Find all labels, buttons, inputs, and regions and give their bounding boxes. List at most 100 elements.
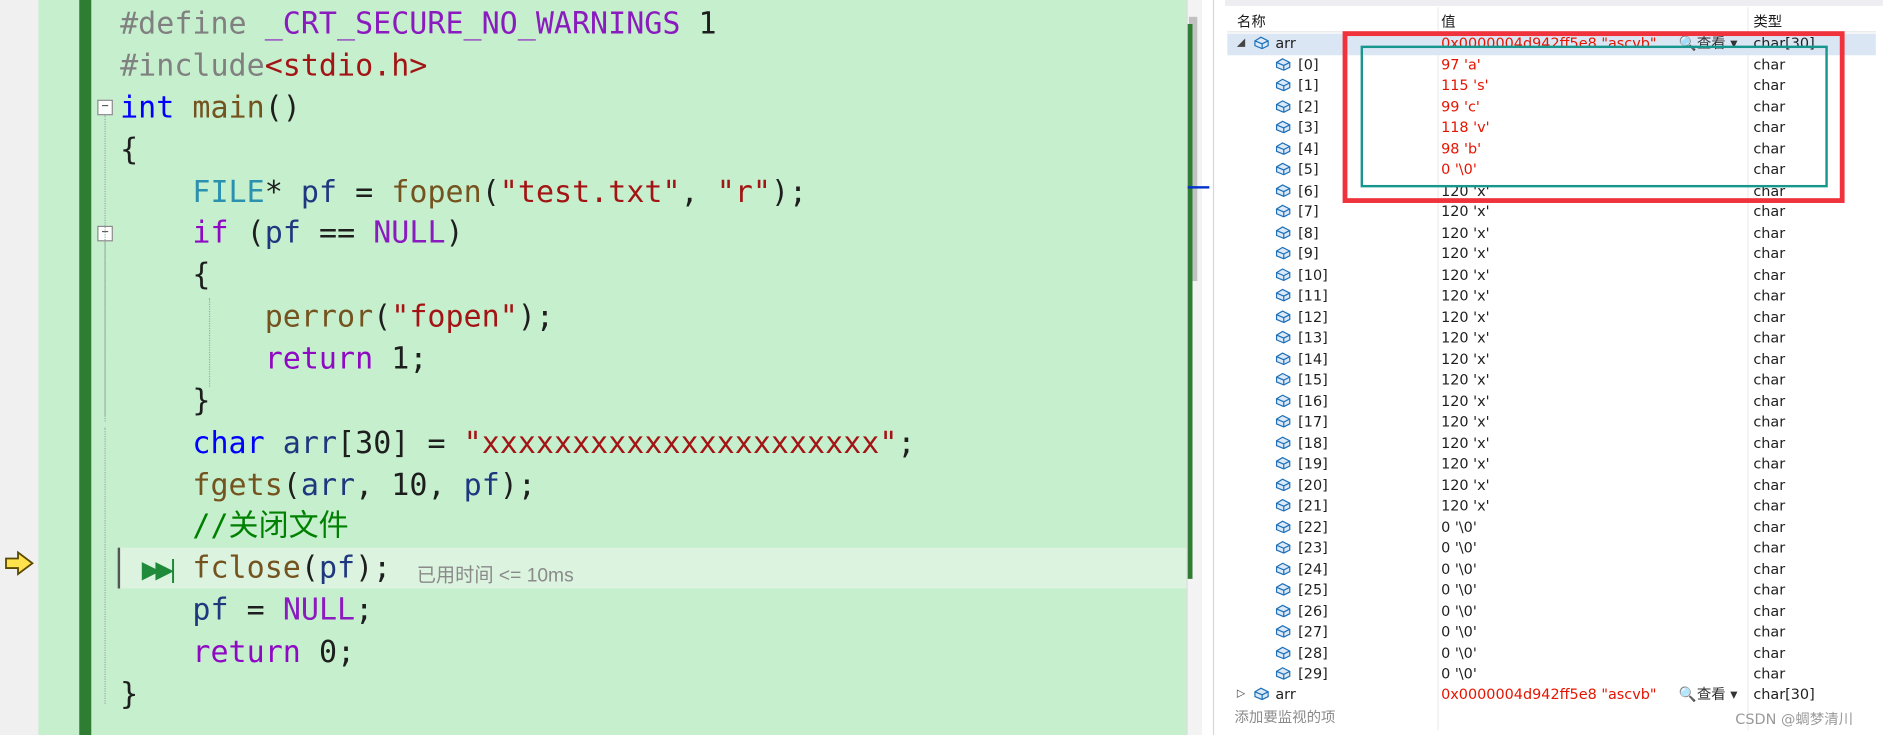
watch-element-row[interactable]: [15] 120 'x' char bbox=[1227, 370, 1875, 391]
watch-type: char[30] bbox=[1753, 685, 1815, 703]
watch-element-row[interactable]: [12] 120 'x' char bbox=[1227, 307, 1875, 328]
watch-value[interactable]: 120 'x' bbox=[1441, 454, 1490, 475]
watermark: CSDN @蜩梦清川 bbox=[1735, 710, 1854, 728]
watch-type: char bbox=[1753, 266, 1786, 283]
code-line-13[interactable]: //关闭文件 bbox=[120, 504, 348, 546]
watch-element-row[interactable]: [11] 120 'x' char bbox=[1227, 286, 1875, 307]
watch-element-row[interactable]: [26] 0 '\0' char bbox=[1227, 601, 1875, 622]
teal-annotation-box bbox=[1360, 45, 1828, 188]
code-line-9[interactable]: return 1; bbox=[120, 337, 428, 379]
token: "test.txt" bbox=[499, 174, 681, 209]
watch-value[interactable]: 120 'x' bbox=[1441, 286, 1490, 307]
token: 0 bbox=[318, 634, 338, 669]
token: fclose bbox=[192, 550, 301, 585]
watch-element-row[interactable]: [23] 0 '\0' char bbox=[1227, 538, 1875, 559]
code-line-17[interactable]: } bbox=[120, 673, 138, 715]
variable-icon bbox=[1275, 604, 1291, 617]
code-line-12[interactable]: fgets(arr, 10, pf); bbox=[120, 464, 536, 506]
token: pf bbox=[192, 592, 229, 627]
watch-row-arr-collapsed[interactable]: ▷ arr 0x0000004d942ff5e8 "ascvb" 🔍查看 ▾ c… bbox=[1227, 685, 1875, 706]
watch-element-row[interactable]: [8] 120 'x' char bbox=[1227, 223, 1875, 244]
watch-type: char bbox=[1753, 665, 1786, 683]
watch-element-row[interactable]: [22] 0 '\0' char bbox=[1227, 517, 1875, 538]
token: pf bbox=[318, 550, 356, 585]
watch-element-row[interactable]: [29] 0 '\0' char bbox=[1227, 664, 1875, 685]
token: ( bbox=[300, 550, 319, 585]
token: 10 bbox=[391, 467, 428, 503]
token: fgets bbox=[192, 467, 283, 503]
watch-value[interactable]: 120 'x' bbox=[1441, 328, 1490, 349]
watch-element-row[interactable]: [25] 0 '\0' char bbox=[1227, 580, 1875, 601]
watch-value[interactable]: 120 'x' bbox=[1441, 349, 1490, 370]
watch-element-row[interactable]: [7] 120 'x' char bbox=[1227, 202, 1875, 223]
watch-value[interactable]: 120 'x' bbox=[1441, 265, 1490, 286]
code-line-15[interactable]: pf = NULL; bbox=[120, 588, 373, 630]
column-header-type[interactable]: 类型 bbox=[1753, 11, 1782, 31]
view-label: 查看 bbox=[1696, 685, 1726, 703]
watch-value[interactable]: 120 'x' bbox=[1441, 496, 1490, 517]
watch-value[interactable]: 120 'x' bbox=[1441, 370, 1490, 391]
code-line-11[interactable]: char arr[30] = "xxxxxxxxxxxxxxxxxxxxxx"; bbox=[120, 422, 915, 464]
watch-element-row[interactable]: [27] 0 '\0' char bbox=[1227, 622, 1875, 643]
watch-element-row[interactable]: [24] 0 '\0' char bbox=[1227, 559, 1875, 580]
watch-type: char bbox=[1753, 539, 1786, 557]
watch-element-row[interactable]: [28] 0 '\0' char bbox=[1227, 643, 1875, 664]
watch-name: [28] bbox=[1298, 644, 1328, 662]
watch-value[interactable]: 0 '\0' bbox=[1441, 601, 1477, 622]
code-line-2[interactable]: #include<stdio.h> bbox=[120, 44, 427, 86]
watch-value[interactable]: 0 '\0' bbox=[1441, 643, 1477, 664]
watch-value[interactable]: 0 '\0' bbox=[1441, 538, 1477, 559]
code-line-4[interactable]: { bbox=[120, 129, 138, 171]
watch-value[interactable]: 0 '\0' bbox=[1441, 517, 1477, 538]
column-header-name[interactable]: 名称 bbox=[1237, 11, 1266, 31]
glyph-margin[interactable] bbox=[0, 0, 40, 735]
watch-element-row[interactable]: [18] 120 'x' char bbox=[1227, 433, 1875, 454]
watch-value[interactable]: 120 'x' bbox=[1441, 475, 1490, 496]
watch-name: arr bbox=[1275, 34, 1296, 52]
watch-value[interactable]: 0 '\0' bbox=[1441, 559, 1477, 580]
variable-icon bbox=[1275, 183, 1291, 197]
code-line-16[interactable]: return 0; bbox=[120, 631, 355, 673]
watch-element-row[interactable]: [16] 120 'x' char bbox=[1227, 391, 1875, 412]
watch-element-row[interactable]: [9] 120 'x' char bbox=[1227, 244, 1875, 265]
watch-element-row[interactable]: [20] 120 'x' char bbox=[1227, 475, 1875, 496]
watch-name: [26] bbox=[1298, 602, 1328, 620]
code-line-8[interactable]: perror("fopen"); bbox=[120, 295, 554, 337]
watch-value[interactable]: 120 'x' bbox=[1441, 412, 1490, 433]
code-line-10[interactable]: } bbox=[120, 380, 210, 422]
code-line-5[interactable]: FILE* pf = fopen("test.txt", "r"); bbox=[120, 171, 807, 213]
code-line-6[interactable]: if (pf == NULL) bbox=[120, 211, 463, 253]
code-line-3[interactable]: int main() bbox=[120, 86, 301, 128]
column-header-value[interactable]: 值 bbox=[1441, 11, 1455, 31]
variable-icon bbox=[1275, 393, 1291, 407]
watch-element-row[interactable]: [14] 120 'x' char bbox=[1227, 349, 1875, 370]
watch-value[interactable]: 120 'x' bbox=[1441, 223, 1490, 244]
add-watch-item[interactable]: 添加要监视的项 bbox=[1235, 706, 1336, 726]
watch-value[interactable]: 120 'x' bbox=[1441, 202, 1490, 223]
watch-value[interactable]: 0 '\0' bbox=[1441, 580, 1477, 601]
watch-element-row[interactable]: [10] 120 'x' char bbox=[1227, 265, 1875, 286]
watch-element-row[interactable]: [17] 120 'x' char bbox=[1227, 412, 1875, 433]
watch-value[interactable]: 120 'x' bbox=[1441, 433, 1490, 454]
run-to-click-icon[interactable]: ▶▶| bbox=[142, 555, 177, 584]
view-dropdown[interactable]: 🔍查看 ▾ bbox=[1679, 685, 1738, 706]
collapse-arrow-icon[interactable]: ◢ bbox=[1237, 34, 1245, 55]
watch-name: [1] bbox=[1298, 76, 1319, 94]
watch-value[interactable]: 120 'x' bbox=[1441, 307, 1490, 328]
watch-value[interactable]: 120 'x' bbox=[1441, 391, 1490, 412]
variable-icon bbox=[1275, 330, 1291, 344]
watch-value[interactable]: 0 '\0' bbox=[1441, 664, 1477, 685]
watch-value[interactable]: 0 '\0' bbox=[1441, 622, 1477, 643]
watch-element-row[interactable]: [13] 120 'x' char bbox=[1227, 328, 1875, 349]
current-statement-arrow-icon[interactable] bbox=[4, 550, 35, 576]
watch-element-row[interactable]: [19] 120 'x' char bbox=[1227, 454, 1875, 475]
variable-icon bbox=[1275, 309, 1291, 323]
watch-value[interactable]: 120 'x' bbox=[1441, 244, 1490, 265]
watch-element-row[interactable]: [21] 120 'x' char bbox=[1227, 496, 1875, 517]
token: "fopen" bbox=[391, 299, 518, 334]
fold-toggle-main[interactable]: − bbox=[97, 99, 113, 116]
watch-value[interactable]: 0x0000004d942ff5e8 "ascvb" bbox=[1441, 685, 1656, 706]
code-line-7[interactable]: { bbox=[120, 253, 210, 295]
expand-arrow-icon[interactable]: ▷ bbox=[1237, 685, 1245, 706]
code-line-1[interactable]: #define _CRT_SECURE_NO_WARNINGS 1 bbox=[120, 2, 717, 44]
